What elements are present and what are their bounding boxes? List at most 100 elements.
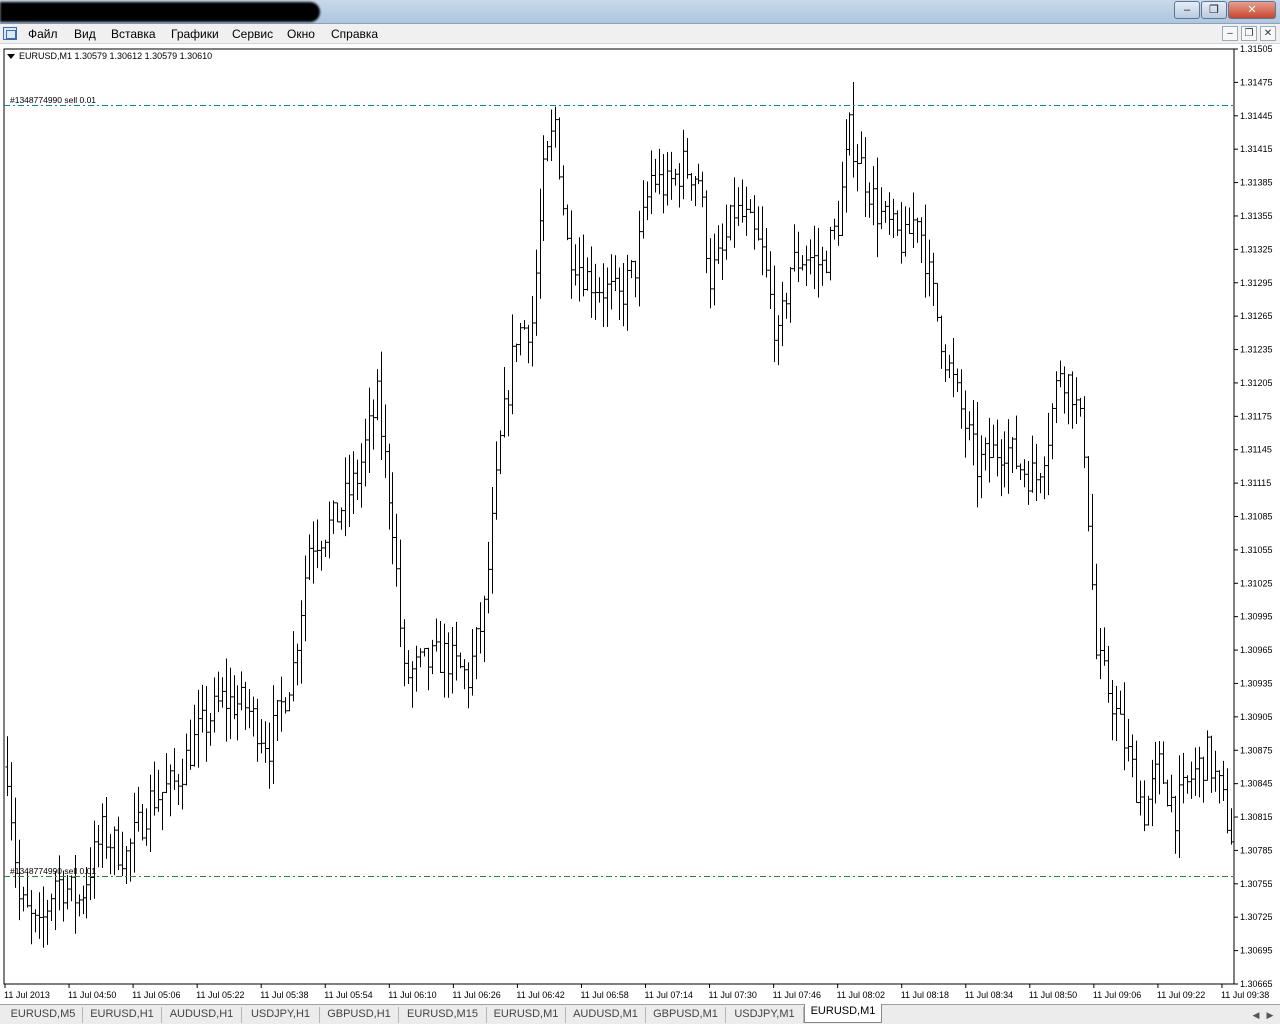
ohlc-bar [343,457,348,537]
ohlc-bar [1185,775,1190,794]
tab-eurusd-m15[interactable]: EURUSD,M15 [399,1007,487,1023]
ohlc-bar [828,226,833,281]
app-icon[interactable] [3,27,17,40]
tab-eurusd-m5[interactable]: EURUSD,M5 [4,1007,83,1023]
ohlc-bar [859,131,864,164]
order-label[interactable]: #1348774990 sell 0.01 [10,95,96,105]
ohlc-bar [549,109,554,162]
ohlc-bar [609,254,614,310]
chart-collapse-icon[interactable] [7,54,15,59]
ohlc-bar [649,150,654,215]
window-minimize-button[interactable]: – [1174,1,1200,19]
y-tick-label: 1.30905 [1240,712,1273,722]
y-tick-label: 1.30755 [1240,879,1273,889]
tab-usdjpy-h1[interactable]: USDJPY,H1 [242,1007,320,1023]
menu-help[interactable]: Справка [331,27,378,41]
ohlc-bar [279,676,284,732]
tab-audusd-m1[interactable]: AUDUSD,M1 [566,1007,646,1023]
y-tick-label: 1.31475 [1240,77,1273,87]
y-tick-label: 1.31145 [1240,445,1272,455]
menu-charts[interactable]: Графики [171,27,219,41]
window-restore-button[interactable]: ❐ [1201,1,1227,19]
ohlc-bar [462,659,467,690]
ohlc-bar [466,662,471,709]
mdi-close-button[interactable]: ✕ [1260,26,1276,41]
ohlc-bar [426,647,431,691]
ohlc-bar [911,192,916,249]
ohlc-bar [653,158,658,193]
ohlc-bar [1038,472,1043,494]
ohlc-bar [375,369,380,421]
ohlc-bar [351,451,356,514]
ohlc-bar [518,323,523,356]
ohlc-bar [379,351,384,461]
window-close-button[interactable]: ✕ [1228,1,1276,19]
menu-tools[interactable]: Сервис [232,27,273,41]
ohlc-bar [108,834,113,875]
mdi-restore-button[interactable]: ❐ [1241,26,1257,41]
menu-insert[interactable]: Вставка [111,27,156,41]
ohlc-bar [1034,443,1039,501]
ohlc-bar [617,267,622,321]
y-tick-label: 1.31025 [1240,578,1273,588]
x-tick-label: 11 Jul 08:34 [965,990,1013,1000]
tabs-scroll-right-icon[interactable]: ▶ [1264,1009,1276,1021]
ohlc-bar [522,320,527,330]
price-chart[interactable]: 1.31505 1.31475 1.31445 1.31415 1.31385 1.313… [0,44,1280,1004]
ohlc-bar [553,106,558,148]
ohlc-bar [239,671,244,711]
ohlc-bar [1161,741,1166,784]
ohlc-bar [383,404,388,478]
ohlc-bar [836,200,841,246]
ohlc-bar [844,119,849,213]
tabs-scroll-left-icon[interactable]: ◀ [1250,1009,1262,1021]
tab-eurusd-h1[interactable]: EURUSD,H1 [83,1007,162,1023]
ohlc-bar [275,699,280,741]
ohlc-bar [581,234,586,297]
ohlc-bar [355,459,360,501]
tab-gbpusd-h1[interactable]: GBPUSD,H1 [320,1007,399,1023]
mdi-minimize-button[interactable]: – [1222,26,1238,41]
ohlc-bar [128,838,133,882]
ohlc-bar [1006,419,1011,494]
plot-frame [3,48,1235,985]
ohlc-bar [800,255,805,271]
y-tick-label: 1.31295 [1240,278,1273,288]
ohlc-bar [863,137,868,218]
x-tick-label: 11 Jul 05:38 [260,990,308,1000]
ohlc-bar [5,736,10,797]
x-tick-label: 11 Jul 05:22 [196,990,244,1000]
chart-window[interactable]: 1.31505 1.31475 1.31445 1.31415 1.31385 1.313… [0,44,1280,1004]
ohlc-bar [577,237,582,302]
ohlc-bar [371,399,376,450]
ohlc-bar [919,217,924,263]
ohlc-bar [812,225,817,290]
chart-tabs: EURUSD,M5 EURUSD,H1 AUDUSD,H1 USDJPY,H1 … [0,1004,1280,1024]
tab-gbpusd-m1[interactable]: GBPUSD,M1 [646,1007,726,1023]
ohlc-bar [724,204,729,260]
order-label[interactable]: #1348774990 sell 0.01 [10,866,96,876]
ohlc-bar [1193,747,1198,796]
ohlc-bar [152,761,157,816]
ohlc-bar [454,621,459,681]
x-tick-label: 11 Jul 07:14 [645,990,693,1000]
y-tick-label: 1.31445 [1240,111,1273,121]
tab-eurusd-m1-a[interactable]: EURUSD,M1 [487,1007,566,1023]
ohlc-bar [1010,437,1015,474]
y-tick-label: 1.31265 [1240,311,1273,321]
menu-window[interactable]: Окно [287,27,315,41]
menu-file[interactable]: Файл [28,27,58,41]
tab-usdjpy-m1[interactable]: USDJPY,M1 [726,1007,804,1023]
ohlc-bar [887,192,892,235]
ohlc-bar [1130,734,1135,778]
ohlc-bar [168,764,173,817]
x-tick-label: 11 Jul 06:10 [388,990,436,1000]
tab-eurusd-m1-active[interactable]: EURUSD,M1 [804,1004,882,1023]
ohlc-bar [442,623,447,698]
ohlc-bar [216,671,221,713]
tab-audusd-h1[interactable]: AUDUSD,H1 [162,1007,242,1023]
menu-view[interactable]: Вид [74,27,96,41]
ohlc-bar [851,81,856,178]
ohlc-bar [792,224,797,272]
ohlc-bar [708,238,713,309]
